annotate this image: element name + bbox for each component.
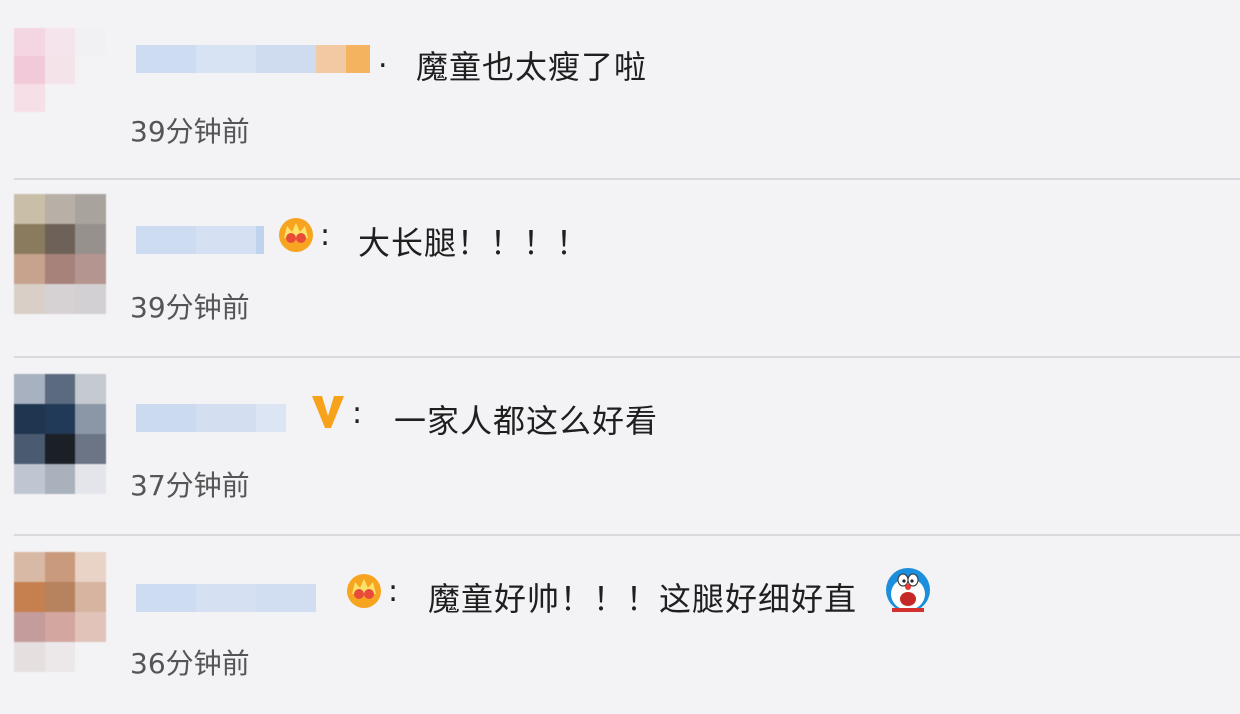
username-blurred[interactable] (136, 45, 370, 73)
avatar[interactable] (14, 194, 106, 314)
separator: : (388, 574, 399, 609)
username-blurred[interactable] (136, 226, 264, 254)
comment-timestamp: 39分钟前 (130, 291, 250, 324)
doraemon-emoji (886, 568, 930, 612)
comment-item: : 大长腿！！！！ 39分钟前 (0, 180, 1240, 358)
comment-timestamp: 36分钟前 (130, 647, 250, 680)
comment-timestamp: 37分钟前 (130, 469, 250, 502)
comment-timestamp: 39分钟前 (130, 115, 250, 148)
separator: . (378, 40, 388, 75)
avatar[interactable] (14, 28, 106, 112)
username-blurred[interactable] (136, 584, 316, 612)
username-blurred[interactable] (136, 404, 286, 432)
comment-text: 魔童也太瘦了啦 (416, 48, 648, 86)
comment-item: : 魔童好帅！！！这腿好细好直 36分钟前 (0, 536, 1240, 714)
comment-item: . 魔童也太瘦了啦 39分钟前 (0, 0, 1240, 178)
avatar[interactable] (14, 374, 106, 494)
crown-icon (347, 574, 381, 608)
separator: : (320, 218, 331, 253)
separator: : (352, 396, 363, 431)
comment-text: 魔童好帅！！！这腿好细好直 (428, 580, 858, 618)
comment-text: 一家人都这么好看 (394, 402, 659, 440)
crown-icon (279, 218, 313, 252)
avatar[interactable] (14, 552, 106, 672)
comment-text: 大长腿！！！！ (358, 224, 590, 262)
comment-item: : 一家人都这么好看 37分钟前 (0, 358, 1240, 536)
verified-v-icon (312, 396, 344, 428)
